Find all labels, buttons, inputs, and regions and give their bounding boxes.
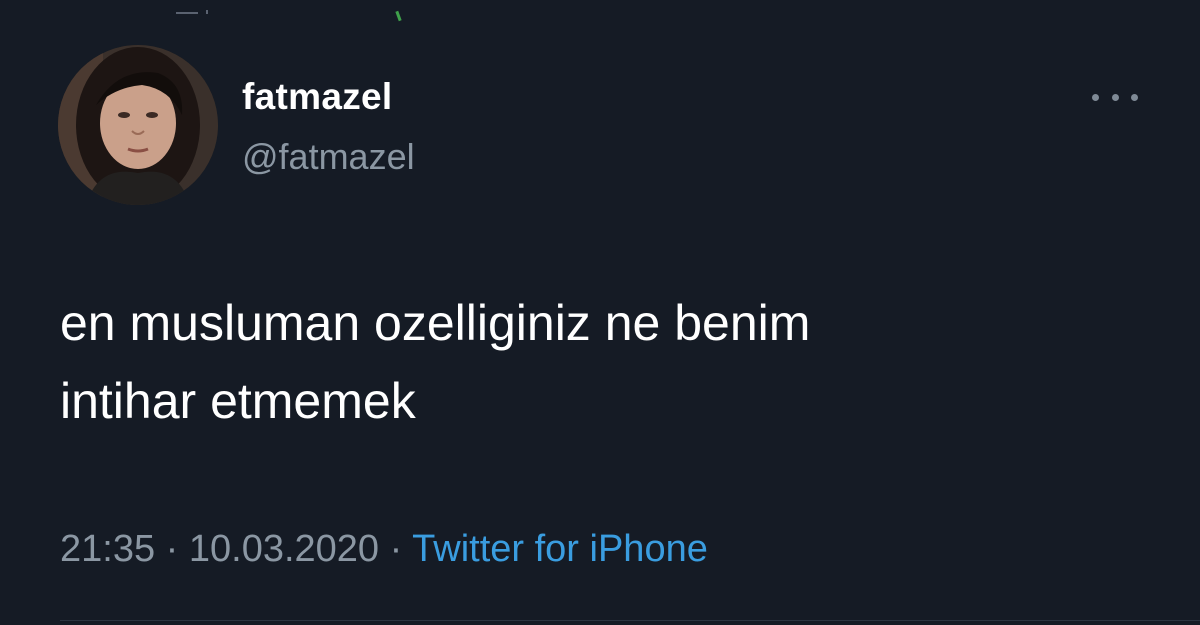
- more-dot: [1111, 93, 1119, 101]
- avatar[interactable]: [58, 45, 218, 205]
- tweet-source-link[interactable]: Twitter for iPhone: [412, 528, 708, 570]
- profile-photo: [58, 45, 218, 205]
- meta-separator: ·: [390, 528, 413, 570]
- separator-dot: ·: [389, 528, 403, 570]
- tweet-time[interactable]: 21:35: [60, 528, 155, 570]
- tweet-card: fatmazel @fatmazel en musluman ozelligin…: [0, 0, 1200, 625]
- more-horizontal-icon[interactable]: [1092, 88, 1138, 106]
- more-dot: [1092, 93, 1099, 101]
- display-name[interactable]: fatmazel: [242, 76, 392, 118]
- tweet-date[interactable]: 10.03.2020: [189, 528, 379, 570]
- divider: [60, 620, 1200, 621]
- meta-separator: ·: [166, 528, 189, 570]
- tweet-text: en musluman ozelliginiz ne benim intihar…: [60, 295, 811, 429]
- more-dot: [1131, 93, 1138, 101]
- separator-dot: ·: [165, 528, 179, 570]
- tweet-meta: 21:35 · 10.03.2020 · Twitter for iPhone: [60, 528, 708, 571]
- user-handle[interactable]: @fatmazel: [242, 136, 415, 178]
